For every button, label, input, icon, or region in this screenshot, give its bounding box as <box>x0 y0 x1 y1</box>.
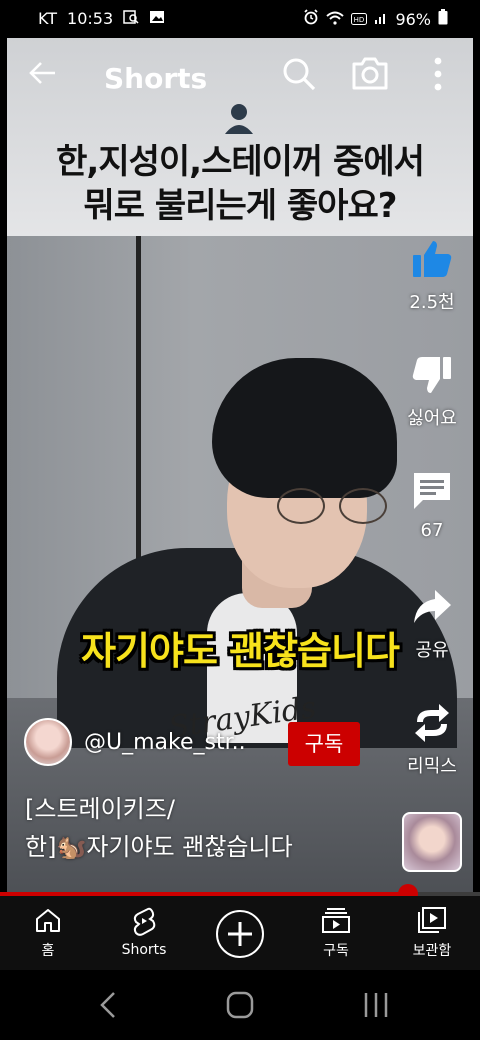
like-button[interactable]: 2.5천 <box>400 238 464 314</box>
signal-icon <box>374 10 388 29</box>
library-icon <box>418 907 446 933</box>
dislike-label: 싫어요 <box>407 408 457 429</box>
caption-line-1: [스트레이키즈/ <box>25 795 175 823</box>
nav-home-label: 홈 <box>41 943 55 959</box>
clock: 10:53 <box>67 9 114 28</box>
nav-library-label: 보관함 <box>412 943 452 959</box>
dislike-button[interactable]: 싫어요 <box>400 354 464 430</box>
chevron-left-icon <box>100 992 115 1018</box>
system-recents-button[interactable] <box>358 988 398 1022</box>
video-person <box>37 358 457 748</box>
video-title-overlay: 한,지성이,스테이꺼 중에서 뭐로 불리는게 좋아요? <box>7 104 473 235</box>
remix-button[interactable]: 리믹스 <box>400 702 464 778</box>
caption-line-2: 한]🐿️자기야도 괜찮습니다 <box>25 833 293 861</box>
video-caption[interactable]: [스트레이키즈/ 한]🐿️자기야도 괜찮습니다 <box>25 790 385 866</box>
home-icon <box>36 909 60 932</box>
share-arrow-icon <box>414 590 451 623</box>
plus-icon <box>228 922 252 946</box>
system-home-button[interactable] <box>222 988 262 1022</box>
video-title-line-2: 뭐로 불리는게 좋아요? <box>83 186 398 226</box>
system-back-button[interactable] <box>90 988 130 1022</box>
share-button[interactable]: 공유 <box>400 586 464 662</box>
share-label: 공유 <box>415 640 449 661</box>
subscriptions-icon <box>322 908 350 933</box>
camera-icon <box>352 57 388 90</box>
back-arrow-icon <box>29 62 55 84</box>
battery-level: 96% <box>395 9 431 29</box>
comment-count: 67 <box>420 520 444 541</box>
gallery-icon <box>149 10 165 28</box>
channel-avatar[interactable] <box>24 718 72 766</box>
status-bar: KT 10:53 HD 96% <box>0 0 480 38</box>
more-options-button[interactable] <box>433 56 453 96</box>
nav-subscriptions[interactable]: 구독 <box>291 906 381 960</box>
thumbs-up-icon <box>413 241 452 277</box>
carrier-label: KT <box>38 9 58 28</box>
comment-icon <box>414 473 450 509</box>
comments-button[interactable]: 67 <box>400 470 464 541</box>
bottom-navigation: 홈 Shorts 구독 보관함 <box>0 896 480 970</box>
alarm-icon <box>303 9 319 29</box>
hd-icon: HD <box>351 10 368 29</box>
nav-subscriptions-label: 구독 <box>323 943 349 959</box>
back-button[interactable] <box>27 58 57 95</box>
channel-handle[interactable]: @U_make_str.. <box>84 730 246 755</box>
video-subtitle: 자기야도 괜찮습니다 <box>81 629 400 673</box>
like-count: 2.5천 <box>409 292 455 313</box>
battery-icon <box>438 9 448 29</box>
remix-source-thumbnail[interactable] <box>402 812 462 872</box>
camera-button[interactable] <box>351 56 393 96</box>
nav-home[interactable]: 홈 <box>3 906 93 960</box>
nav-library[interactable]: 보관함 <box>387 906 477 960</box>
page-title: Shorts <box>104 62 208 95</box>
video-title-line-1: 한,지성이,스테이꺼 중에서 <box>56 142 425 182</box>
top-bar: Shorts <box>7 38 473 118</box>
search-button[interactable] <box>281 56 321 96</box>
system-navigation-bar <box>0 970 480 1040</box>
home-square-icon <box>226 991 254 1019</box>
remix-label: 리믹스 <box>407 756 457 777</box>
create-button[interactable] <box>216 910 264 958</box>
more-vert-icon <box>434 57 442 91</box>
thumbs-down-icon <box>412 357 451 393</box>
search-doc-icon <box>123 9 139 28</box>
recents-icon <box>364 993 388 1017</box>
wifi-icon <box>326 10 345 29</box>
nav-shorts[interactable]: Shorts <box>99 906 189 958</box>
search-icon <box>283 58 316 91</box>
subscribe-button[interactable]: 구독 <box>288 722 360 766</box>
remix-icon <box>415 704 449 742</box>
shorts-icon <box>133 907 156 936</box>
nav-shorts-label: Shorts <box>121 942 167 958</box>
svg-text:HD: HD <box>354 16 365 24</box>
